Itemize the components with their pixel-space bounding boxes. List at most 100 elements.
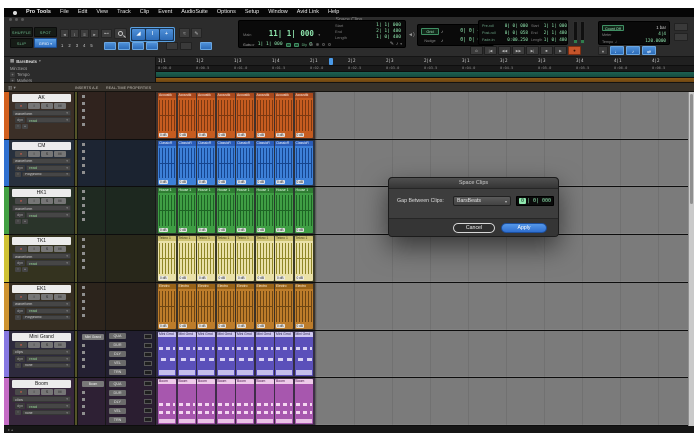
clip[interactable]: Electro0 dB xyxy=(178,284,196,329)
post-roll-label[interactable]: Post-roll xyxy=(482,30,496,37)
cancel-button[interactable]: Cancel xyxy=(453,223,495,233)
voice-selector[interactable]: dyn xyxy=(15,403,25,409)
bar-tick-1-4[interactable]: 1|4 xyxy=(272,58,280,63)
rtp-dur-button[interactable]: DUR xyxy=(109,390,126,396)
insert-slot[interactable] xyxy=(82,123,85,126)
clip-gain-badge[interactable]: 0 dB xyxy=(159,133,168,137)
clip-gain-badge[interactable]: 0 dB xyxy=(179,180,188,184)
meter-value[interactable]: 4|4 xyxy=(658,32,666,37)
wait-for-note-button[interactable]: ♩ xyxy=(610,46,624,55)
clip-gain-badge[interactable]: 0 dB xyxy=(257,180,266,184)
clip-gain-badge[interactable]: 0 dB xyxy=(296,324,305,328)
clip-gain-badge[interactable]: 0 dB xyxy=(296,133,305,137)
apple-menu-icon[interactable] xyxy=(13,11,17,15)
track-name-button[interactable]: CM xyxy=(12,142,71,150)
clip[interactable]: Mini Grnd xyxy=(295,332,313,377)
clip-gain-badge[interactable]: 0 dB xyxy=(159,228,168,232)
midi-thru-button[interactable]: ● xyxy=(598,46,608,55)
clip[interactable]: Tekno 10 dB xyxy=(236,236,254,281)
edit-insertion-chip[interactable] xyxy=(294,43,299,47)
rtp-dly-value[interactable] xyxy=(144,399,152,404)
clip[interactable]: Electro0 dB xyxy=(256,284,274,329)
fade-value[interactable]: 0:00.250 xyxy=(507,37,528,44)
insert-slot-boom[interactable]: Boom xyxy=(82,381,104,387)
bar-tick-4-2[interactable]: 4|2 xyxy=(652,58,660,63)
mute-button[interactable]: M xyxy=(54,198,66,204)
input-monitor-button[interactable]: I xyxy=(28,246,40,252)
insert-slot[interactable] xyxy=(82,164,85,167)
metronome-button[interactable]: ♪ xyxy=(626,46,640,55)
zoom-preset-5[interactable]: 5 xyxy=(90,43,92,48)
link-timeline-icon[interactable]: ⊷ xyxy=(101,29,112,38)
selector-tool[interactable]: I xyxy=(146,29,159,40)
insert-slot[interactable] xyxy=(82,266,85,269)
track-mini-icon[interactable]: ▴ xyxy=(22,219,28,224)
rtp-qua-button[interactable]: QUA xyxy=(109,333,126,339)
toolbar-chip-blue[interactable] xyxy=(200,42,212,50)
insert-slot[interactable] xyxy=(82,102,85,105)
mute-button[interactable]: M xyxy=(54,294,66,300)
clip[interactable]: Acoustik0 dB xyxy=(217,93,235,138)
track-view-selector[interactable]: waveform▾ xyxy=(12,158,71,164)
rtp-qua-value[interactable] xyxy=(144,334,152,339)
zoom-button-2[interactable]: ≡ xyxy=(80,29,89,38)
tempo-note-icon[interactable]: ♩ xyxy=(615,39,619,44)
insertion-follows-playback-button[interactable] xyxy=(146,42,158,50)
clip[interactable]: House 10 dB xyxy=(256,188,274,233)
tab-to-transient-button[interactable] xyxy=(104,42,116,50)
elastic-audio-selector[interactable]: Polyphonic▾ xyxy=(22,315,71,320)
insert-slot[interactable] xyxy=(82,365,85,368)
clip[interactable]: Electro0 dB xyxy=(197,284,215,329)
vertical-scrollbar[interactable] xyxy=(688,92,694,426)
clip-gain-badge[interactable]: 0 dB xyxy=(179,324,188,328)
clip[interactable]: Mini Grnd xyxy=(178,332,196,377)
clip[interactable]: Mini Grnd xyxy=(217,332,235,377)
clip[interactable]: Boom xyxy=(217,379,235,424)
clip[interactable]: Acoustik0 dB xyxy=(178,93,196,138)
menu-audiosuite[interactable]: AudioSuite xyxy=(181,8,208,17)
dialog-title[interactable]: Space Clips xyxy=(389,178,558,189)
automation-mode-button[interactable]: read▾ xyxy=(26,308,71,314)
solo-button[interactable]: S xyxy=(41,151,53,157)
clip[interactable]: House 10 dB xyxy=(158,188,176,233)
gap-value-field[interactable]: 0 | 0| 000 xyxy=(516,196,554,206)
solo-button[interactable]: S xyxy=(41,198,53,204)
clip[interactable]: Mini Grnd xyxy=(275,332,293,377)
elastic-audio-icon[interactable]: ▪ xyxy=(15,219,21,224)
input-monitor-button[interactable]: I xyxy=(28,151,40,157)
speaker-icon[interactable]: ◄) xyxy=(408,32,415,38)
automation-mode-button[interactable]: read▾ xyxy=(26,117,71,123)
voice-selector[interactable]: dyn xyxy=(15,356,25,362)
insert-slot[interactable] xyxy=(82,300,85,303)
menu-edit[interactable]: Edit xyxy=(78,8,87,17)
menu-event[interactable]: Event xyxy=(158,8,172,17)
scrollbar-thumb[interactable] xyxy=(690,94,693,204)
record-enable-button[interactable]: ● xyxy=(15,342,27,348)
go-to-end-button[interactable]: ▶| xyxy=(526,46,539,55)
insert-slot[interactable] xyxy=(82,109,85,112)
tempo-value[interactable]: 120.0000 xyxy=(645,39,666,44)
post-roll-value[interactable]: 0| 0| 058 xyxy=(505,30,528,37)
track-name-button[interactable]: Boom xyxy=(12,380,71,388)
record-enable-button[interactable]: ● xyxy=(15,246,27,252)
clip[interactable]: Electro0 dB xyxy=(236,284,254,329)
bar-tick-3-4[interactable]: 3|4 xyxy=(576,58,584,63)
cursor-caret-icon[interactable]: ▾ xyxy=(400,42,402,47)
rtp-vel-button[interactable]: VEL xyxy=(109,408,126,414)
clip[interactable]: ClassicR0 dB xyxy=(236,141,254,186)
clip[interactable]: Boom xyxy=(275,379,293,424)
rtp-dly-button[interactable]: DLY xyxy=(109,351,126,357)
insert-slot[interactable] xyxy=(82,245,85,248)
pre-roll-label[interactable]: Pre-roll xyxy=(482,23,494,30)
rtp-vel-value[interactable] xyxy=(144,408,152,413)
insert-slot[interactable] xyxy=(82,171,85,174)
mute-button[interactable]: M xyxy=(54,342,66,348)
automation-mode-button[interactable]: read▾ xyxy=(26,165,71,171)
insert-slot[interactable] xyxy=(82,238,85,241)
clip[interactable]: Acoustik0 dB xyxy=(256,93,274,138)
clip-gain-badge[interactable]: 0 dB xyxy=(179,276,188,280)
input-monitor-button[interactable]: I xyxy=(28,103,40,109)
clip-gain-badge[interactable]: 0 dB xyxy=(237,228,246,232)
bar-tick-2-4[interactable]: 2|4 xyxy=(424,58,432,63)
bar-tick-4-1[interactable]: 4|1 xyxy=(614,58,622,63)
